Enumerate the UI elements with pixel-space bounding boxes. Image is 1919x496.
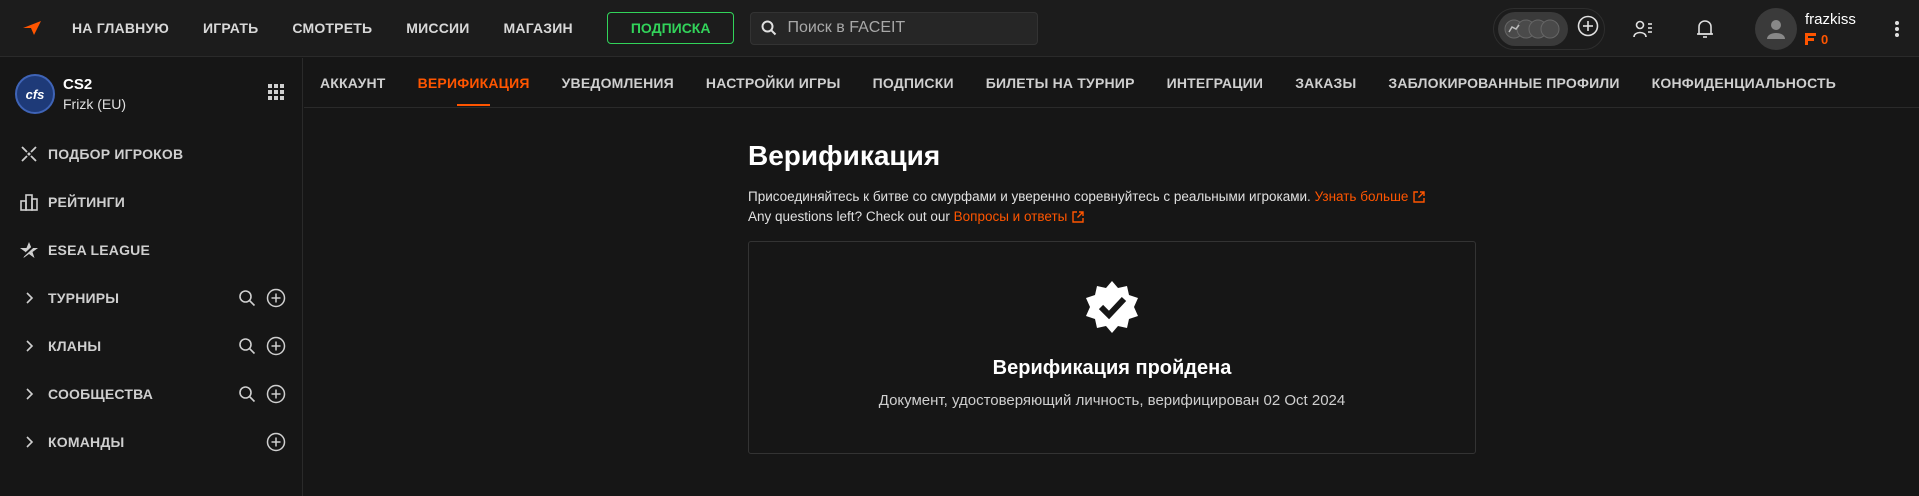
external-link-icon [1072,211,1085,223]
tab-subscriptions[interactable]: ПОДПИСКИ [873,58,954,108]
sidebar-item-label: РЕЙТИНГИ [48,194,126,210]
nav-home[interactable]: НА ГЛАВНУЮ [72,20,169,36]
game-region: Frizk (EU) [63,96,126,112]
description: Присоединяйтесь к битве со смурфами и ув… [748,187,1476,227]
tab-orders[interactable]: ЗАКАЗЫ [1295,58,1356,108]
sidebar-item-label: СООБЩЕСТВА [48,386,154,402]
sidebar-item-label: ПОДБОР ИГРОКОВ [48,146,184,162]
sidebar-item-matchmaking[interactable]: ПОДБОР ИГРОКОВ [0,130,302,178]
ranking-icon [18,191,40,213]
learn-more-link[interactable]: Узнать больше [1315,187,1426,207]
apps-grid-icon[interactable] [268,84,284,105]
search-communities-icon[interactable] [238,385,256,403]
add-party-icon[interactable] [1577,15,1599,42]
sidebar-item-esea-league[interactable]: ESEA LEAGUE [0,226,302,274]
crosshair-icon [18,143,40,165]
sidebar-item-clans[interactable]: КЛАНЫ [0,322,302,370]
add-clan-icon[interactable] [266,336,286,356]
chevron-right-icon[interactable] [18,335,40,357]
tab-account[interactable]: АККАУНТ [320,58,386,108]
verification-status-title: Верификация пройдена [992,357,1232,379]
username: frazkiss [1805,10,1856,28]
sidebar-item-communities[interactable]: СООБЩЕСТВА [0,370,302,418]
chevron-right-icon[interactable] [18,383,40,405]
user-info[interactable]: frazkiss 0 [1805,11,1885,47]
verification-status-card: Верификация пройдена Документ, удостовер… [748,241,1476,454]
nav-missions[interactable]: МИССИИ [406,20,469,36]
sidebar-item-label: КЛАНЫ [48,338,102,354]
subscribe-button[interactable]: ПОДПИСКА [606,12,735,44]
add-team-icon[interactable] [266,432,286,452]
search-box[interactable] [750,11,1039,45]
tab-verification[interactable]: ВЕРИФИКАЦИЯ [418,58,530,108]
faceit-points: 0 [1805,32,1885,47]
nav-shop[interactable]: МАГАЗИН [504,20,573,36]
esea-star-icon [18,239,40,261]
page-title: Верификация [748,140,941,171]
search-icon [761,20,777,36]
party-widget[interactable] [1493,7,1605,50]
tab-privacy[interactable]: КОНФИДЕНЦИАЛЬНОСТЬ [1652,58,1836,108]
tab-blocked-profiles[interactable]: ЗАБЛОКИРОВАННЫЕ ПРОФИЛИ [1388,58,1619,108]
friends-icon[interactable] [1631,17,1655,41]
desc-line-1: Присоединяйтесь к битве со смурфами и ув… [748,189,1311,204]
add-tournament-icon[interactable] [266,288,286,308]
verified-badge-icon [1085,280,1139,339]
bell-icon[interactable] [1693,17,1717,41]
game-name: CS2 [63,76,93,93]
settings-tabs: АККАУНТ ВЕРИФИКАЦИЯ УВЕДОМЛЕНИЯ НАСТРОЙК… [304,58,1919,108]
top-right-controls: frazkiss 0 [1493,0,1919,57]
sidebar-item-label: КОМАНДЫ [48,434,125,450]
tab-game-settings[interactable]: НАСТРОЙКИ ИГРЫ [706,58,841,108]
search-clans-icon[interactable] [238,337,256,355]
sidebar-item-label: ТУРНИРЫ [48,290,120,306]
party-slots-icon [1498,11,1568,46]
faceit-logo-icon[interactable] [14,10,50,46]
faq-link[interactable]: Вопросы и ответы [954,207,1085,227]
points-value: 0 [1821,31,1829,47]
desc-line-2: Any questions left? Check out our [748,209,950,224]
sidebar-item-rankings[interactable]: РЕЙТИНГИ [0,178,302,226]
verification-status-detail: Документ, удостоверяющий личность, вериф… [878,392,1346,409]
chevron-right-icon[interactable] [18,287,40,309]
sidebar-item-teams[interactable]: КОМАНДЫ [0,418,302,466]
avatar[interactable] [1755,7,1797,50]
nav-play[interactable]: ИГРАТЬ [203,20,258,36]
search-input[interactable] [787,19,1028,37]
sidebar: cfs CS2 Frizk (EU) ПОДБОР ИГРОКОВ РЕЙТИН… [0,58,303,496]
faceit-points-icon [1805,33,1816,45]
add-community-icon[interactable] [266,384,286,404]
sidebar-item-label: ESEA LEAGUE [48,242,151,258]
main-nav: НА ГЛАВНУЮ ИГРАТЬ СМОТРЕТЬ МИССИИ МАГАЗИ… [58,20,573,36]
verification-panel: Верификация Присоединяйтесь к битве со с… [748,140,1476,454]
nav-watch[interactable]: СМОТРЕТЬ [292,20,372,36]
top-bar: НА ГЛАВНУЮ ИГРАТЬ СМОТРЕТЬ МИССИИ МАГАЗИ… [0,0,1919,57]
search-tournaments-icon[interactable] [238,289,256,307]
game-logo: cfs [15,74,55,114]
tab-tournament-tickets[interactable]: БИЛЕТЫ НА ТУРНИР [986,58,1135,108]
external-link-icon [1413,191,1426,203]
tab-integrations[interactable]: ИНТЕГРАЦИИ [1167,58,1264,108]
more-vertical-icon[interactable] [1885,20,1909,38]
game-selector[interactable]: cfs CS2 Frizk (EU) [0,58,302,130]
tab-notifications[interactable]: УВЕДОМЛЕНИЯ [562,58,674,108]
sidebar-item-tournaments[interactable]: ТУРНИРЫ [0,274,302,322]
chevron-right-icon[interactable] [18,431,40,453]
